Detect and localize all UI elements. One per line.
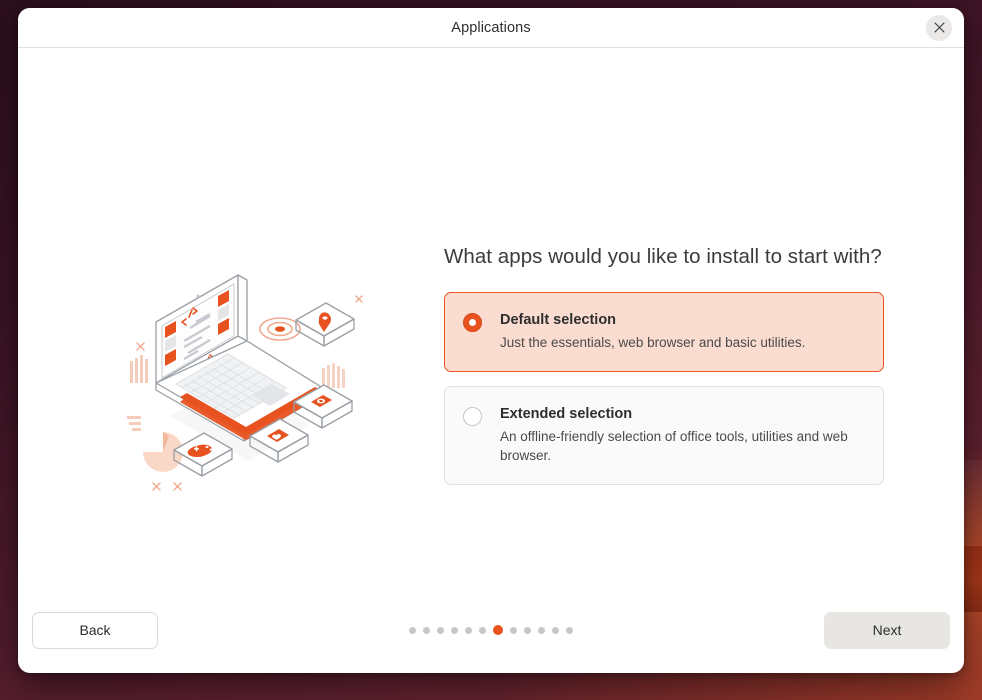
pagination-dot: [423, 626, 430, 634]
radio-button-unselected[interactable]: [463, 406, 482, 426]
pagination-dot: [451, 626, 458, 634]
pagination-dot: [510, 626, 517, 634]
option-description: An offline-friendly selection of office …: [500, 428, 848, 464]
pagination-dot: [552, 626, 559, 634]
installer-window: Applications .ln { fill:none; stroke:#9a…: [18, 8, 964, 673]
close-icon[interactable]: [926, 14, 952, 41]
option-default-selection[interactable]: Default selection Just the essentials, w…: [444, 292, 884, 372]
pagination-dot: [409, 626, 416, 634]
pagination-dot: [465, 626, 472, 634]
pagination-dots: [18, 625, 964, 635]
option-title: Default selection: [500, 312, 617, 328]
pagination-dot: [437, 626, 444, 634]
pagination-dot: [479, 626, 486, 634]
next-button[interactable]: Next: [824, 611, 950, 649]
pagination-dot: [524, 626, 531, 634]
pagination-dot-active: [493, 625, 503, 635]
page-content: .ln { fill:none; stroke:#9aa0a6; stroke-…: [18, 48, 964, 587]
radio-button-selected[interactable]: [463, 313, 482, 332]
option-title: Extended selection: [500, 405, 633, 422]
options-form: What apps would you like to install to s…: [444, 244, 884, 499]
window-title: Applications: [451, 19, 531, 36]
page-title: What apps would you like to install to s…: [444, 245, 882, 268]
pagination-dot: [566, 626, 573, 634]
option-extended-selection[interactable]: Extended selection An offline-friendly s…: [444, 385, 884, 485]
window-header-bar: Applications: [18, 8, 964, 48]
pagination-dot: [538, 626, 545, 634]
option-description: Just the essentials, web browser and bas…: [500, 335, 806, 350]
wizard-footer: Back Next: [18, 587, 964, 673]
laptop-apps-isometric-illustration: .ln { fill:none; stroke:#9aa0a6; stroke-…: [110, 256, 386, 500]
